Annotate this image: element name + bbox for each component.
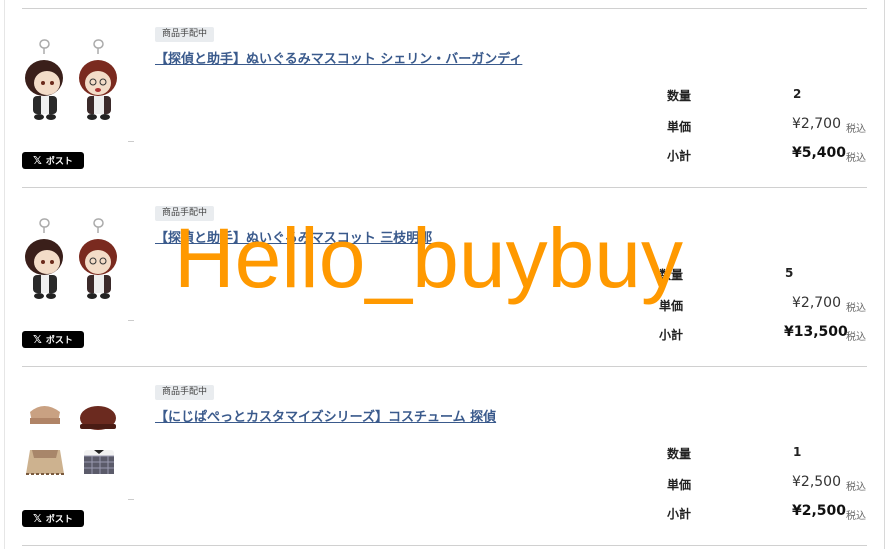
x-logo-icon: 𝕏 — [33, 333, 42, 346]
cart-page: 𝕏 ポスト 商品手配中 【探偵と助手】ぬいぐるみマスコット シェリン・バーガンデ… — [0, 0, 891, 549]
product-title-link[interactable]: 【にじぱぺっとカスタマイズシリーズ】コスチューム 探偵 — [155, 406, 496, 425]
unit-price-label: 単価 — [667, 120, 692, 134]
tax-included-label: 税込 — [846, 153, 866, 164]
product-image[interactable] — [22, 396, 134, 500]
x-post-button[interactable]: 𝕏 ポスト — [22, 152, 84, 169]
cart-item: 𝕏 ポスト 商品手配中 【探偵と助手】ぬいぐるみマスコット シェリン・バーガンデ… — [0, 8, 891, 187]
tax-included-label: 税込 — [846, 303, 866, 314]
divider — [22, 545, 867, 546]
subtotal-value: ¥2,500 — [792, 503, 847, 519]
subtotal-value: ¥13,500 — [784, 324, 848, 340]
tax-included-label: 税込 — [846, 482, 866, 493]
x-post-button[interactable]: 𝕏 ポスト — [22, 510, 84, 527]
unit-price-value: ¥2,700 — [792, 116, 841, 132]
post-label: ポスト — [45, 157, 73, 167]
product-image[interactable] — [22, 217, 134, 321]
quantity-value: 1 — [793, 445, 802, 459]
tax-included-label: 税込 — [846, 511, 866, 522]
tax-included-label: 税込 — [846, 124, 866, 135]
quantity-label: 数量 — [667, 447, 692, 461]
status-badge: 商品手配中 — [155, 206, 215, 221]
unit-price-value: ¥2,500 — [792, 474, 841, 490]
cart-item: 𝕏 ポスト 商品手配中 【探偵と助手】ぬいぐるみマスコット 三枝明那 数量 5 … — [0, 187, 891, 366]
tax-included-label: 税込 — [846, 332, 866, 343]
unit-price-label: 単価 — [667, 478, 692, 492]
unit-price-value: ¥2,700 — [792, 295, 841, 311]
subtotal-label: 小計 — [667, 507, 692, 521]
quantity-label: 数量 — [659, 268, 684, 282]
product-title-link[interactable]: 【探偵と助手】ぬいぐるみマスコット 三枝明那 — [155, 227, 432, 246]
x-logo-icon: 𝕏 — [33, 512, 42, 525]
quantity-value: 2 — [793, 87, 802, 101]
x-post-button[interactable]: 𝕏 ポスト — [22, 331, 84, 348]
status-badge: 商品手配中 — [155, 385, 215, 400]
x-logo-icon: 𝕏 — [33, 154, 42, 167]
quantity-value: 5 — [785, 266, 794, 280]
post-label: ポスト — [45, 336, 73, 346]
cart-item: 𝕏 ポスト 商品手配中 【にじぱぺっとカスタマイズシリーズ】コスチューム 探偵 … — [0, 366, 891, 545]
quantity-label: 数量 — [667, 89, 692, 103]
product-image[interactable] — [22, 38, 134, 142]
subtotal-label: 小計 — [659, 328, 684, 342]
post-label: ポスト — [45, 515, 73, 525]
subtotal-label: 小計 — [667, 149, 692, 163]
subtotal-value: ¥5,400 — [792, 145, 847, 161]
unit-price-label: 単価 — [659, 299, 684, 313]
status-badge: 商品手配中 — [155, 27, 215, 42]
product-title-link[interactable]: 【探偵と助手】ぬいぐるみマスコット シェリン・バーガンディ — [155, 48, 522, 67]
